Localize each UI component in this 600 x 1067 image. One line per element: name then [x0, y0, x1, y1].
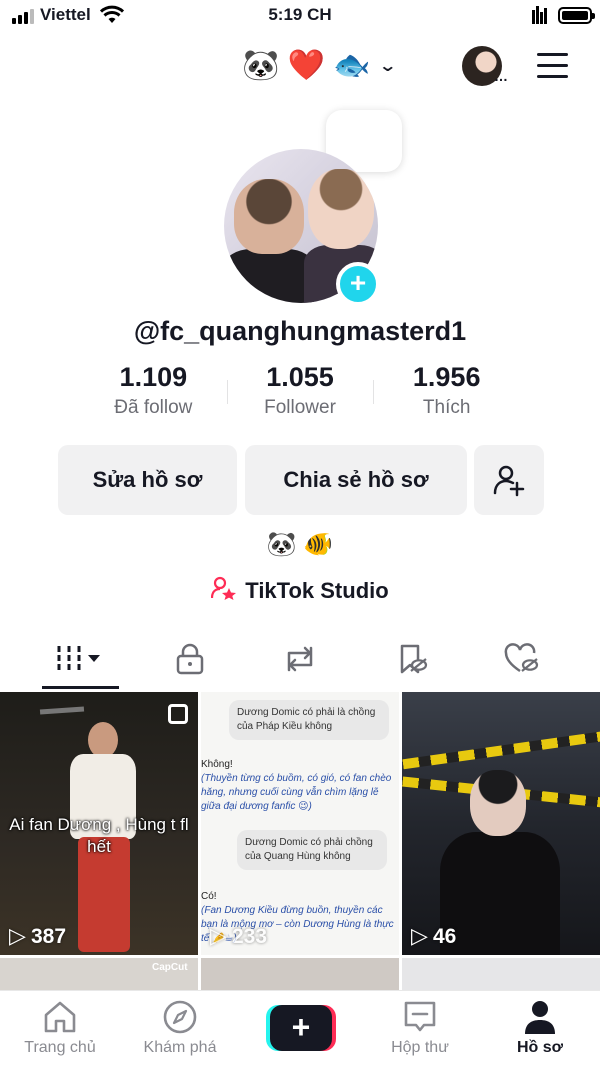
chat-answer-body: (Thuyền từng có buồm, có gió, có fan chè…	[201, 773, 392, 812]
home-icon	[44, 1001, 76, 1033]
profile-icon	[525, 1001, 555, 1034]
menu-icon	[537, 53, 568, 56]
grid-icon	[57, 646, 100, 672]
video-tile[interactable]	[402, 958, 600, 992]
create-button[interactable]: +	[266, 1005, 336, 1051]
stat-label: Thích	[422, 397, 471, 418]
nav-home[interactable]: Trang chủ	[0, 999, 120, 1057]
photo-carousel-icon	[168, 704, 188, 724]
play-icon	[210, 923, 227, 949]
view-count: 387	[9, 923, 67, 949]
stat-value: 1.109	[119, 362, 188, 392]
bottom-nav: Trang chủ Khám phá + Hộp thư Hồ sơ	[0, 990, 600, 1067]
add-user-icon	[493, 465, 525, 497]
stat-following[interactable]: 1.109 Đã follow	[80, 362, 227, 419]
profile-tabs	[0, 630, 600, 690]
stat-label: Đã follow	[114, 397, 193, 418]
play-icon	[9, 923, 26, 949]
share-profile-button[interactable]: Chia sẻ hồ sơ	[245, 445, 467, 515]
profile-stats: 1.109 Đã follow 1.055 Follower 1.956 Thí…	[80, 362, 520, 419]
tab-private[interactable]	[130, 630, 250, 688]
account-switcher[interactable]: 🐼 ❤️ 🐟 ⌄	[242, 48, 397, 83]
video-tile[interactable]	[201, 958, 399, 992]
video-tile[interactable]: 46	[402, 692, 600, 955]
account-name-emoji: 🐼 ❤️ 🐟	[242, 49, 371, 82]
stat-divider	[373, 380, 374, 404]
nav-inbox[interactable]: Hộp thư	[360, 999, 480, 1057]
stat-label: Follower	[264, 397, 336, 418]
profile-bio: 🐼 🐠	[266, 531, 334, 558]
lock-icon	[176, 643, 204, 675]
activity-icon	[532, 6, 547, 24]
view-count-value: 233	[232, 925, 268, 948]
nav-label: Trang chủ	[24, 1039, 96, 1056]
view-count: 233	[210, 923, 268, 949]
edit-profile-button[interactable]: Sửa hồ sơ	[58, 445, 237, 515]
stat-likes[interactable]: 1.956 Thích	[373, 362, 520, 419]
bookmark-hidden-icon	[400, 644, 428, 674]
studio-user-star-icon	[211, 576, 237, 606]
capcut-watermark: CapCut	[152, 962, 188, 973]
tab-reposts[interactable]	[240, 630, 360, 688]
status-time: 5:19 CH	[268, 5, 332, 24]
status-bar: Viettel 5:19 CH	[0, 0, 600, 32]
compass-icon	[163, 1000, 197, 1034]
add-story-button[interactable]: +	[336, 262, 380, 306]
nav-label: Hồ sơ	[516, 1039, 564, 1056]
tiktok-studio-link[interactable]: TikTok Studio	[0, 576, 600, 606]
repost-icon	[287, 646, 313, 672]
chat-question: Dương Domic có phải là chồng của Pháp Ki…	[229, 700, 389, 740]
add-friend-button[interactable]	[474, 445, 544, 515]
video-caption: Ai fan Dương , Hùng t fl hết	[9, 815, 189, 856]
chat-answer: Không! (Thuyền từng có buồm, có gió, có …	[201, 758, 396, 814]
stat-divider	[227, 380, 228, 404]
stat-value: 1.956	[412, 362, 481, 392]
chat-answer-head: Có!	[201, 891, 217, 902]
stat-followers[interactable]: 1.055 Follower	[227, 362, 374, 419]
stat-value: 1.055	[266, 362, 334, 392]
nav-profile[interactable]: Hồ sơ	[480, 999, 600, 1057]
view-count-value: 387	[31, 925, 67, 948]
video-tile[interactable]: Ai fan Dương , Hùng t fl hết 387	[0, 692, 198, 955]
nav-label: Khám phá	[143, 1039, 217, 1056]
tab-liked[interactable]	[462, 630, 582, 688]
chat-question: Dương Domic có phải chồng của Quang Hùng…	[237, 830, 387, 870]
tab-videos[interactable]	[20, 630, 140, 688]
battery-icon	[558, 7, 595, 24]
video-tile[interactable]: Dương Domic có phải là chồng của Pháp Ki…	[201, 692, 399, 955]
profile-username: @fc_quanghungmasterd1	[133, 316, 467, 346]
tab-saved[interactable]	[352, 630, 472, 688]
menu-button[interactable]	[537, 53, 568, 86]
view-count-value: 46	[433, 925, 457, 948]
heart-hidden-icon	[504, 643, 539, 673]
nav-label: Hộp thư	[391, 1039, 449, 1056]
inbox-icon	[404, 1001, 436, 1032]
more-dots-icon: …	[494, 68, 508, 84]
studio-label: TikTok Studio	[245, 578, 389, 603]
chat-answer-head: Không!	[201, 759, 233, 770]
view-count: 46	[411, 923, 457, 949]
play-icon	[411, 923, 428, 949]
active-tab-indicator	[42, 686, 119, 689]
chevron-down-icon: ⌄	[378, 57, 397, 75]
nav-discover[interactable]: Khám phá	[120, 999, 240, 1057]
plus-icon: +	[270, 1005, 332, 1051]
